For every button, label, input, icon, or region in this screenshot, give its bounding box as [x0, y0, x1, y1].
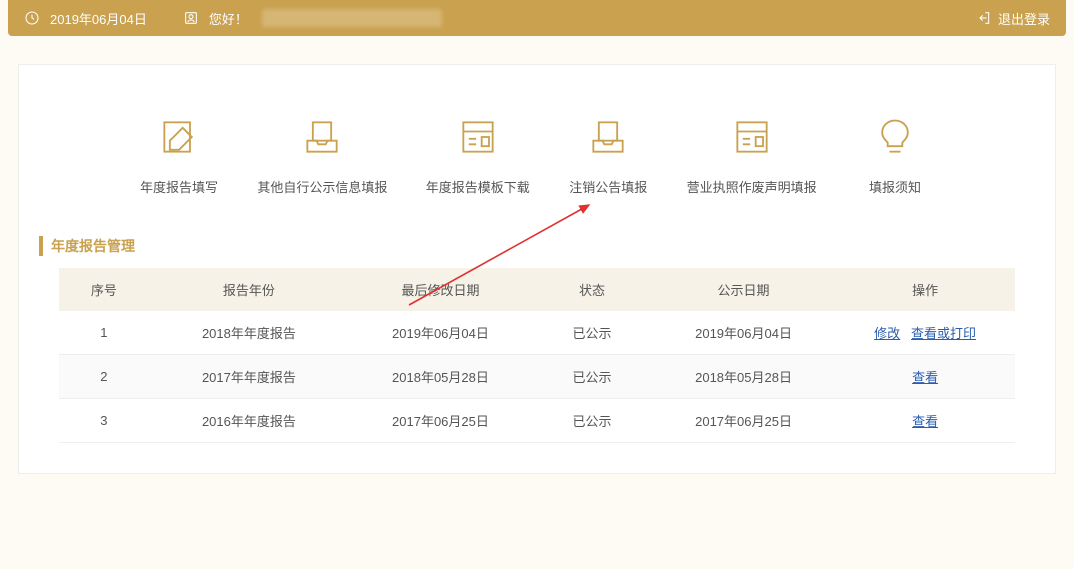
logout-button[interactable]: 退出登录	[976, 9, 1050, 28]
cell-seq: 3	[59, 399, 149, 443]
nav-item-annual-report-fill[interactable]: 年度报告填写	[139, 115, 219, 196]
nav-item-license-void[interactable]: 营业执照作废声明填报	[687, 115, 817, 196]
topbar-left: 2019年06月04日 您好！	[24, 9, 442, 28]
cell-seq: 2	[59, 355, 149, 399]
logout-label: 退出登录	[998, 9, 1050, 28]
cell-modified: 2019年06月04日	[349, 311, 532, 355]
cell-actions: 查看	[835, 355, 1015, 399]
cell-modified: 2018年05月28日	[349, 355, 532, 399]
action-modify[interactable]: 修改	[874, 326, 900, 341]
lightbulb-icon	[873, 115, 917, 159]
cell-pubdate: 2017年06月25日	[652, 399, 835, 443]
topbar-date: 2019年06月04日	[50, 9, 147, 28]
table-header-row: 序号 报告年份 最后修改日期 状态 公示日期 操作	[59, 268, 1015, 311]
section-title: 年度报告管理	[39, 236, 1035, 256]
th-pubdate: 公示日期	[652, 268, 835, 311]
cell-seq: 1	[59, 311, 149, 355]
topbar: 2019年06月04日 您好！ 退出登录	[8, 0, 1066, 36]
action-view[interactable]: 查看	[912, 370, 938, 385]
action-view-print[interactable]: 查看或打印	[911, 326, 976, 341]
table-row: 1 2018年年度报告 2019年06月04日 已公示 2019年06月04日 …	[59, 311, 1015, 355]
nav-label: 年度报告填写	[140, 177, 218, 196]
template-icon	[730, 115, 774, 159]
nav-label: 注销公告填报	[569, 177, 647, 196]
tray-document-icon	[586, 115, 630, 159]
th-modified: 最后修改日期	[349, 268, 532, 311]
user-card-icon	[183, 10, 199, 26]
nav-label: 年度报告模板下载	[426, 177, 530, 196]
action-view[interactable]: 查看	[912, 414, 938, 429]
nav-label: 填报须知	[869, 177, 921, 196]
cell-status: 已公示	[532, 311, 652, 355]
table-row: 3 2016年年度报告 2017年06月25日 已公示 2017年06月25日 …	[59, 399, 1015, 443]
nav-item-other-publicity[interactable]: 其他自行公示信息填报	[257, 115, 387, 196]
main-panel: 年度报告填写 其他自行公示信息填报 年度报告模板下载 注销公告填报 营业执照作废	[18, 64, 1056, 474]
clock-icon	[24, 10, 40, 26]
th-seq: 序号	[59, 268, 149, 311]
report-table: 序号 报告年份 最后修改日期 状态 公示日期 操作 1 2018年年度报告 20…	[59, 268, 1015, 443]
edit-document-icon	[157, 115, 201, 159]
cell-modified: 2017年06月25日	[349, 399, 532, 443]
table-body: 1 2018年年度报告 2019年06月04日 已公示 2019年06月04日 …	[59, 311, 1015, 443]
cell-status: 已公示	[532, 399, 652, 443]
tray-document-icon	[300, 115, 344, 159]
nav-label: 营业执照作废声明填报	[687, 177, 817, 196]
logout-icon	[976, 10, 992, 26]
cell-year: 2018年年度报告	[149, 311, 349, 355]
table-row: 2 2017年年度报告 2018年05月28日 已公示 2018年05月28日 …	[59, 355, 1015, 399]
cell-pubdate: 2019年06月04日	[652, 311, 835, 355]
template-icon	[456, 115, 500, 159]
cell-actions: 查看	[835, 399, 1015, 443]
th-status: 状态	[532, 268, 652, 311]
nav-label: 其他自行公示信息填报	[257, 177, 387, 196]
nav-icons: 年度报告填写 其他自行公示信息填报 年度报告模板下载 注销公告填报 营业执照作废	[39, 115, 1035, 196]
cell-pubdate: 2018年05月28日	[652, 355, 835, 399]
nav-item-instructions[interactable]: 填报须知	[855, 115, 935, 196]
cell-year: 2017年年度报告	[149, 355, 349, 399]
username-redacted	[262, 9, 442, 27]
cell-actions: 修改 查看或打印	[835, 311, 1015, 355]
cell-status: 已公示	[532, 355, 652, 399]
nav-item-template-download[interactable]: 年度报告模板下载	[426, 115, 530, 196]
nav-item-cancellation-announcement[interactable]: 注销公告填报	[568, 115, 648, 196]
th-year: 报告年份	[149, 268, 349, 311]
topbar-greeting: 您好！	[209, 9, 248, 28]
cell-year: 2016年年度报告	[149, 399, 349, 443]
th-action: 操作	[835, 268, 1015, 311]
